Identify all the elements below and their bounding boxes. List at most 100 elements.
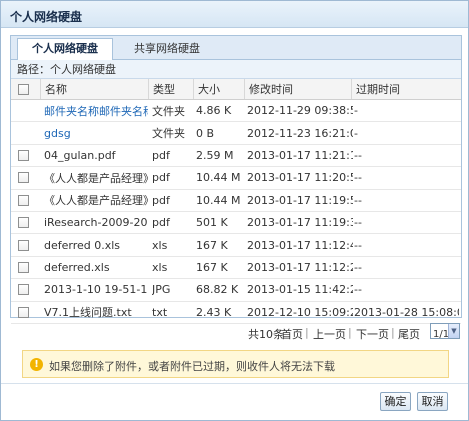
dialog-title: 个人网络硬盘	[10, 10, 83, 24]
tab-shared-disk[interactable]: 共享网络硬盘	[117, 38, 217, 60]
file-modified: 2013-01-17 11:20:54	[247, 171, 353, 185]
pagination-separator: |	[391, 326, 395, 339]
file-type: JPG	[152, 283, 171, 297]
row-checkbox-cell	[18, 234, 32, 255]
row-checkbox-cell	[18, 212, 32, 233]
file-expires: --	[354, 193, 362, 207]
column-header-expires[interactable]: 过期时间	[351, 79, 456, 99]
file-name-link[interactable]: 邮件夹名称邮件夹名称邮件	[44, 100, 148, 121]
file-expires: --	[354, 216, 362, 230]
file-size: 10.44 M	[196, 171, 241, 185]
pagination-separator: |	[305, 326, 309, 339]
file-type: pdf	[152, 193, 170, 207]
tab-bar: 个人网络硬盘 共享网络硬盘	[11, 36, 461, 61]
pagination-total: 共10条	[248, 328, 284, 341]
file-name[interactable]: 04_gulan.pdf	[44, 145, 148, 166]
row-checkbox-cell	[18, 100, 32, 121]
file-table: 名称 类型 大小 修改时间 过期时间 邮件夹名称邮件夹名称邮件 文件夹 4.86…	[11, 79, 461, 324]
file-type: txt	[152, 305, 168, 319]
row-checkbox[interactable]	[18, 284, 29, 296]
file-size: 167 K	[196, 238, 228, 252]
file-type: pdf	[152, 216, 170, 230]
column-header-size[interactable]: 大小	[193, 79, 243, 99]
file-panel: 个人网络硬盘 共享网络硬盘 路径：个人网络硬盘 名称 类型 大小 修改时间 过期…	[10, 35, 462, 341]
row-checkbox-cell	[18, 145, 32, 166]
ok-button[interactable]: 确定	[380, 392, 411, 411]
file-name[interactable]: 《人人都是产品经理》...	[44, 167, 148, 188]
title-bar[interactable]: 个人网络硬盘	[1, 1, 468, 28]
table-row[interactable]: 04_gulan.pdf pdf 2.59 M 2013-01-17 11:21…	[11, 145, 461, 168]
tab-personal-disk[interactable]: 个人网络硬盘	[17, 38, 113, 61]
table-row[interactable]: deferred.xls xls 167 K 2013-01-17 11:12:…	[11, 257, 461, 280]
row-checkbox-cell	[18, 190, 32, 211]
column-header-type[interactable]: 类型	[148, 79, 192, 99]
select-all-checkbox[interactable]	[18, 83, 29, 95]
row-checkbox[interactable]	[18, 194, 29, 206]
file-expires: --	[354, 238, 362, 252]
file-size: 2.59 M	[196, 148, 234, 162]
file-size: 0 B	[196, 126, 215, 140]
file-type: 文件夹	[152, 127, 185, 141]
file-type: pdf	[152, 171, 170, 185]
table-row[interactable]: 2013-1-10 19-51-13.JPG JPG 68.82 K 2013-…	[11, 279, 461, 302]
column-header-name[interactable]: 名称	[40, 79, 148, 99]
file-name[interactable]: 2013-1-10 19-51-13.JPG	[44, 279, 148, 300]
file-expires: --	[354, 260, 362, 274]
warning-notice: ! 如果您删除了附件，或者附件已过期，则收件人将无法下载	[22, 350, 449, 378]
row-checkbox[interactable]	[18, 217, 29, 229]
breadcrumb: 路径：个人网络硬盘	[11, 60, 461, 79]
table-row[interactable]: 邮件夹名称邮件夹名称邮件 文件夹 4.86 K 2012-11-29 09:38…	[11, 100, 461, 123]
warning-text: 如果您删除了附件，或者附件已过期，则收件人将无法下载	[49, 360, 335, 373]
file-size: 167 K	[196, 260, 228, 274]
row-checkbox-cell	[18, 167, 32, 188]
row-checkbox[interactable]	[18, 306, 29, 318]
row-checkbox[interactable]	[18, 261, 29, 273]
file-modified: 2013-01-17 11:19:31	[247, 216, 353, 230]
pagination-next[interactable]: 下一页	[356, 326, 389, 342]
file-expires: -	[354, 126, 358, 140]
page-select-value: 1/1	[433, 329, 450, 340]
row-checkbox[interactable]	[18, 172, 29, 184]
cancel-button[interactable]: 取消	[417, 392, 448, 411]
file-modified: 2013-01-15 11:42:23	[247, 283, 353, 297]
file-modified: 2013-01-17 11:19:51	[247, 193, 353, 207]
pagination: 共10条 首页 | 上一页 | 下一页 | 尾页 1/1 ▼	[11, 322, 461, 344]
file-name[interactable]: deferred.xls	[44, 257, 148, 278]
file-expires: -	[354, 104, 358, 118]
file-name[interactable]: deferred 0.xls	[44, 234, 148, 255]
table-row[interactable]: deferred 0.xls xls 167 K 2013-01-17 11:1…	[11, 234, 461, 257]
file-modified: 2013-01-17 11:12:40	[247, 238, 353, 252]
pagination-prev[interactable]: 上一页	[313, 326, 346, 342]
file-name[interactable]: iResearch-2009-2010...	[44, 212, 148, 233]
file-name[interactable]: V7.1上线问题.txt	[44, 302, 148, 323]
file-modified: 2012-11-23 16:21:09	[247, 126, 353, 140]
file-modified: 2012-12-10 15:09:26	[247, 305, 353, 319]
table-header: 名称 类型 大小 修改时间 过期时间	[11, 79, 461, 100]
file-size: 2.43 K	[196, 305, 232, 319]
pagination-first[interactable]: 首页	[281, 326, 303, 342]
file-type: pdf	[152, 148, 170, 162]
row-checkbox[interactable]	[18, 239, 29, 251]
file-name[interactable]: 《人人都是产品经理》...	[44, 190, 148, 211]
pagination-last[interactable]: 尾页	[398, 326, 420, 342]
column-header-modified[interactable]: 修改时间	[244, 79, 350, 99]
table-row[interactable]: 《人人都是产品经理》... pdf 10.44 M 2013-01-17 11:…	[11, 167, 461, 190]
file-type: xls	[152, 238, 168, 252]
table-row[interactable]: gdsg 文件夹 0 B 2012-11-23 16:21:09 -	[11, 122, 461, 145]
file-expires: --	[354, 171, 362, 185]
dialog-footer: 确定 取消	[1, 383, 468, 420]
row-checkbox-cell	[18, 122, 32, 143]
table-row[interactable]: V7.1上线问题.txt txt 2.43 K 2012-12-10 15:09…	[11, 302, 461, 324]
file-size: 10.44 M	[196, 193, 241, 207]
select-all-cell	[18, 79, 32, 99]
file-expires: 2013-01-28 15:08:00	[354, 305, 459, 319]
chevron-down-icon[interactable]: ▼	[448, 324, 459, 338]
row-checkbox[interactable]	[18, 149, 29, 161]
file-type: xls	[152, 260, 168, 274]
page-select[interactable]: 1/1 ▼	[430, 323, 460, 340]
row-checkbox-cell	[18, 279, 32, 300]
file-name-link[interactable]: gdsg	[44, 122, 148, 143]
table-row[interactable]: iResearch-2009-2010... pdf 501 K 2013-01…	[11, 212, 461, 235]
table-row[interactable]: 《人人都是产品经理》... pdf 10.44 M 2013-01-17 11:…	[11, 190, 461, 212]
pagination-separator: |	[348, 326, 352, 339]
